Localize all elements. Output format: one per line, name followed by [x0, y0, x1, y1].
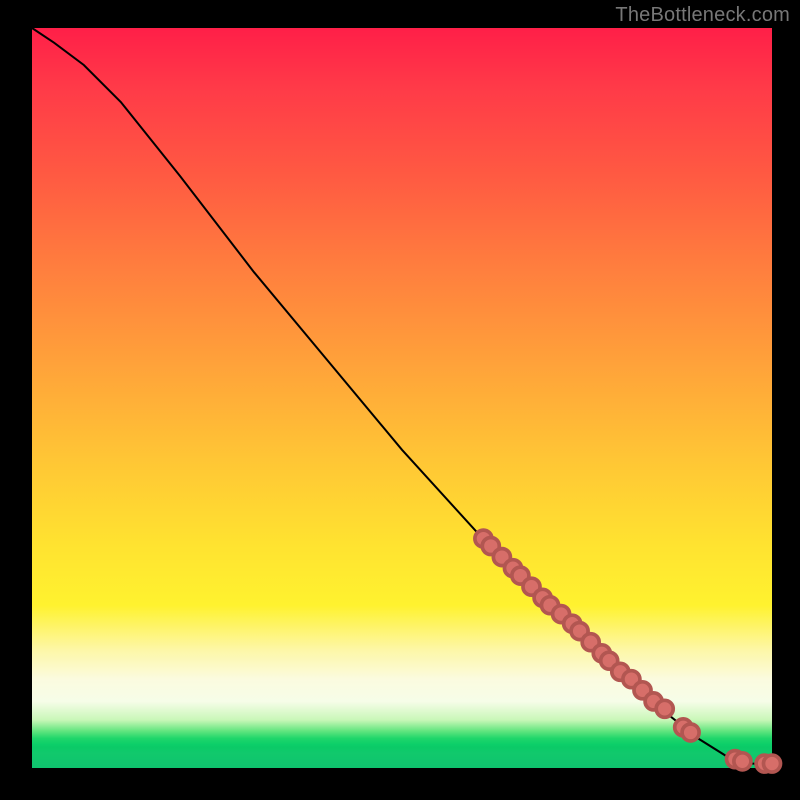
data-markers	[475, 530, 781, 772]
data-point	[763, 755, 780, 772]
bottleneck-curve	[32, 28, 772, 764]
data-point	[682, 724, 699, 741]
data-point	[656, 700, 673, 717]
attribution-text: TheBottleneck.com	[615, 4, 790, 27]
plot-area	[32, 28, 772, 768]
chart-svg	[32, 28, 772, 768]
data-point	[734, 753, 751, 770]
chart-stage: TheBottleneck.com	[0, 0, 800, 800]
